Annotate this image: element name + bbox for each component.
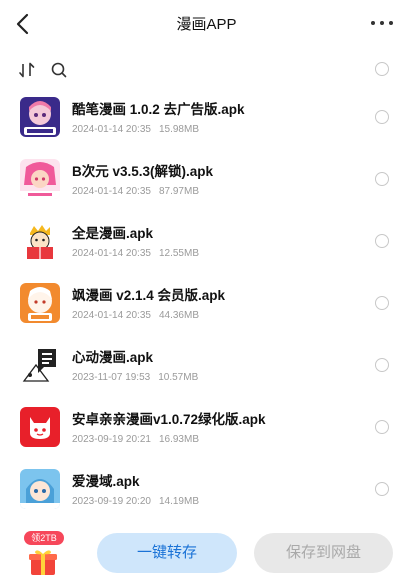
file-name: 心动漫画.apk	[72, 350, 154, 365]
page-title: 漫画APP	[176, 16, 237, 33]
file-meta: 2024-01-14 20:35 15.98MB	[72, 124, 199, 135]
gift-badge: 领2TB	[24, 531, 64, 545]
file-name: 飒漫画 v2.1.4 会员版.apk	[72, 288, 226, 303]
bottom-bar: 领2TB 一键转存 保存到网盘	[0, 525, 413, 585]
file-name: 爱漫域.apk	[72, 474, 140, 489]
file-checkbox[interactable]	[375, 482, 389, 496]
file-date: 2023-11-07 19:53	[72, 372, 151, 383]
sort-icon[interactable]	[18, 61, 36, 79]
header: 漫画APP	[0, 0, 413, 48]
file-row[interactable]: 全是漫画.apk 2024-01-14 20:35 12.55MB	[0, 210, 413, 272]
file-size: 44.36MB	[158, 310, 199, 321]
select-all-checkbox[interactable]	[375, 62, 389, 76]
file-size: 16.93MB	[158, 434, 199, 445]
file-date: 2023-09-19 20:20	[72, 496, 151, 507]
file-size: 12.55MB	[158, 248, 199, 259]
file-meta: 2024-01-14 20:35 12.55MB	[72, 248, 199, 259]
file-date: 2024-01-14 20:35	[72, 248, 151, 259]
file-date: 2023-09-19 20:21	[72, 434, 151, 445]
app-icon-sa	[20, 283, 60, 323]
file-size: 14.19MB	[158, 496, 199, 507]
file-checkbox[interactable]	[375, 420, 389, 434]
file-row[interactable]: 安卓亲亲漫画v1.0.72绿化版.apk 2023-09-19 20:21 16.…	[0, 396, 413, 458]
app-icon-qinqin	[20, 407, 60, 447]
file-checkbox[interactable]	[375, 358, 389, 372]
file-name: 全是漫画.apk	[72, 226, 154, 241]
gift-icon	[29, 550, 57, 575]
app-icon-quanshi	[20, 221, 60, 261]
file-meta: 2024-01-14 20:35 44.36MB	[72, 310, 199, 321]
more-dot	[380, 21, 384, 25]
file-name: B次元 v3.5.3(解锁).apk	[72, 164, 214, 179]
file-date: 2024-01-14 20:35	[72, 310, 151, 321]
file-row[interactable]: 心动漫画.apk 2023-11-07 19:53 10.57MB	[0, 334, 413, 396]
app-icon-xindong	[20, 345, 60, 385]
file-meta: 2023-11-07 19:53 10.57MB	[72, 372, 198, 383]
file-name: 安卓亲亲漫画v1.0.72绿化版.apk	[72, 412, 266, 427]
app-icon-kubi	[20, 97, 60, 137]
file-checkbox[interactable]	[375, 296, 389, 310]
file-list: 酷笔漫画 1.0.2 去广告版.apk 2024-01-14 20:35 15.9…	[0, 86, 413, 520]
search-icon[interactable]	[50, 61, 68, 79]
gift-promo[interactable]: 领2TB	[22, 531, 68, 581]
file-size: 15.98MB	[158, 124, 199, 135]
app-icon-bciyuan	[20, 159, 60, 199]
file-date: 2024-01-14 20:35	[72, 124, 151, 135]
file-checkbox[interactable]	[375, 172, 389, 186]
file-row[interactable]: 飒漫画 v2.1.4 会员版.apk 2024-01-14 20:35 44.36…	[0, 272, 413, 334]
file-size: 87.97MB	[158, 186, 199, 197]
toolbar	[0, 56, 413, 86]
more-button[interactable]	[371, 16, 393, 30]
app-icon-aimanyu	[20, 469, 60, 509]
one-click-transfer-button[interactable]: 一键转存	[97, 533, 237, 573]
file-meta: 2024-01-14 20:35 87.97MB	[72, 186, 199, 197]
file-meta: 2023-09-19 20:21 16.93MB	[72, 434, 199, 445]
file-checkbox[interactable]	[375, 234, 389, 248]
save-to-drive-button[interactable]: 保存到网盘	[254, 533, 393, 573]
file-checkbox[interactable]	[375, 110, 389, 124]
more-dot	[371, 21, 375, 25]
file-date: 2024-01-14 20:35	[72, 186, 151, 197]
file-name: 酷笔漫画 1.0.2 去广告版.apk	[72, 102, 245, 117]
more-dot	[389, 21, 393, 25]
file-row[interactable]: B次元 v3.5.3(解锁).apk 2024-01-14 20:35 87.97…	[0, 148, 413, 210]
file-row[interactable]: 酷笔漫画 1.0.2 去广告版.apk 2024-01-14 20:35 15.9…	[0, 86, 413, 148]
file-meta: 2023-09-19 20:20 14.19MB	[72, 496, 199, 507]
file-row[interactable]: 爱漫域.apk 2023-09-19 20:20 14.19MB	[0, 458, 413, 520]
file-size: 10.57MB	[158, 372, 199, 383]
